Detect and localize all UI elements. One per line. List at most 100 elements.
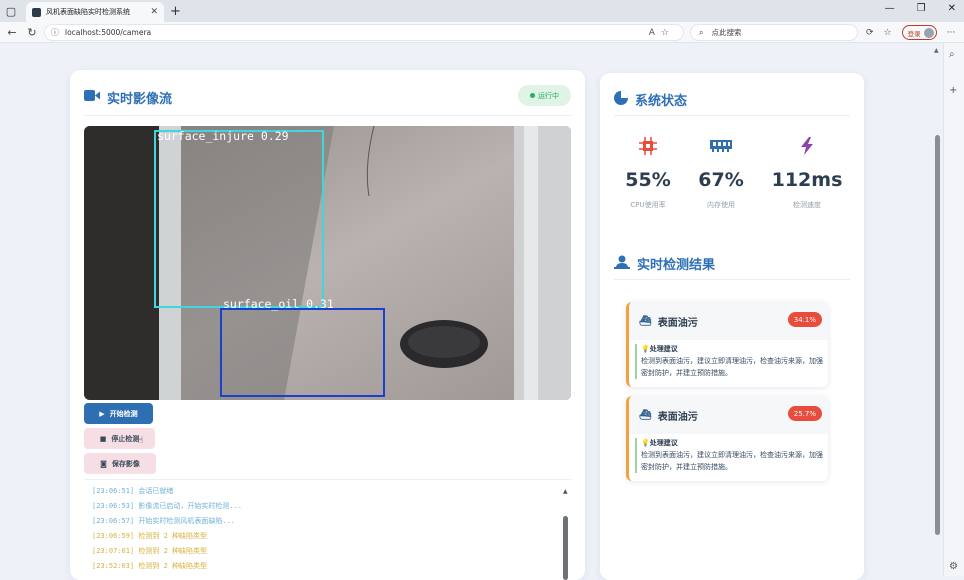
result-card: ⛴ 表面油污 34.1% 💡处理建议 检测到表面油污，建议立即清理油污，检查油污… (626, 302, 828, 387)
pie-chart-icon (614, 90, 628, 109)
page-favicon-icon (32, 7, 41, 17)
login-button[interactable]: 登录 (901, 25, 937, 40)
scroll-up-icon[interactable]: ▲ (934, 47, 939, 54)
log-scroll-thumb[interactable] (563, 516, 568, 580)
stop-icon: ■ (99, 434, 107, 443)
confidence-badge: 25.7% (787, 406, 822, 421)
dark-left-region (84, 126, 159, 400)
rail-search-icon[interactable]: ⌕ (949, 49, 955, 60)
result-name: 表面油污 (657, 317, 698, 329)
close-window-icon[interactable]: ✕ (948, 3, 956, 14)
restore-icon[interactable]: ❐ (917, 3, 926, 14)
memory-value: 67% (698, 169, 744, 191)
lightbulb-icon: 💡 (641, 345, 650, 353)
divider (614, 279, 850, 280)
play-icon: ▶ (99, 409, 105, 418)
start-detection-button[interactable]: ▶ 开始检测 (84, 403, 153, 424)
suggestion-block: 💡处理建议 检测到表面油污，建议立即清理油污，检查油污来源，加强密封防护，并建立… (635, 438, 828, 473)
oil-ship-icon: ⛴ (639, 409, 652, 421)
page-scrollbar[interactable]: ▲ (933, 43, 942, 576)
back-icon[interactable]: ← (4, 26, 20, 39)
mouse-cursor-icon: ☝ (138, 436, 144, 446)
detection-label-injure: surface_injure 0.29 (157, 129, 289, 143)
save-image-button[interactable]: ◙ 保存影像 (84, 453, 156, 474)
browser-search-box[interactable]: ⌕ 点此搜索 (690, 24, 858, 41)
divider (614, 115, 850, 116)
suggestion-title-text: 处理建议 (649, 439, 678, 447)
minimize-icon[interactable]: — (885, 3, 895, 14)
result-name: 表面油污 (657, 411, 698, 423)
cpu-label: CPU使用率 (630, 201, 666, 209)
suggestion-block: 💡处理建议 检测到表面油污，建议立即清理油污，检查油污来源，加强密封防护，并建立… (635, 344, 828, 379)
oil-ship-icon: ⛴ (639, 315, 652, 327)
avatar (923, 27, 934, 38)
system-title-text: 系统状态 (635, 94, 688, 109)
favorites-icon[interactable]: ☆ (884, 28, 892, 38)
pipe-left (159, 126, 181, 400)
results-title-text: 实时检测结果 (637, 258, 716, 273)
browser-tab-bar: ▢ 风机表面缺陷实时检测系统 ✕ + — ❐ ✕ (0, 0, 964, 22)
log-scroll-up-icon[interactable]: ▲ (563, 488, 568, 495)
cpu-value: 55% (625, 169, 671, 191)
more-icon[interactable]: ··· (947, 28, 956, 38)
log-line: [23:06:57] 开始实时检测风机表面缺陷... (92, 517, 236, 525)
scroll-thumb[interactable] (935, 135, 940, 535)
window-controls: — ❐ ✕ (885, 3, 956, 14)
status-dot (530, 93, 535, 98)
memory-label: 内存使用 (707, 201, 735, 209)
stop-detection-button[interactable]: ■ 停止检测 (84, 428, 155, 449)
suggestion-title: 💡处理建议 (641, 438, 828, 448)
system-status-card: 系统状态 55% CPU使用率 67% 内存使用 112ms 检测速度 实时检测… (600, 73, 864, 580)
log-line: [23:06:59] 检测到 2 种缺陷类型 (92, 532, 208, 540)
refresh-icon[interactable]: ↻ (24, 26, 40, 39)
video-camera-icon (84, 90, 100, 105)
tab-title: 风机表面缺陷实时检测系统 (46, 8, 130, 16)
suggestion-text: 检测到表面油污，建议立即清理油污，检查油污来源，加强密封防护，并建立预防措施。 (641, 357, 823, 377)
detection-label-oil: surface_oil 0.31 (223, 297, 334, 311)
extensions-icon[interactable]: ⟳ (866, 28, 874, 38)
cpu-icon (613, 137, 683, 159)
close-tab-icon[interactable]: ✕ (150, 7, 158, 17)
metric-memory: 67% 内存使用 (686, 129, 756, 233)
site-info-icon[interactable]: ⓘ (51, 27, 59, 38)
video-frame: surface_injure 0.29 surface_oil 0.31 (84, 126, 571, 400)
rail-settings-icon[interactable]: ⚙ (949, 561, 958, 572)
confidence-badge: 34.1% (787, 312, 822, 327)
metric-speed: 112ms 检测速度 (770, 129, 844, 233)
browser-tools: ⟳ ☆ 登录 ··· (866, 25, 955, 40)
log-line: [23:06:51] 会话已就绪 (92, 487, 174, 495)
address-toolbar: ← ↻ ⓘ localhost:5000/camera A☆ ⌕ 点此搜索 ⟳ … (0, 22, 964, 43)
login-label: 登录 (907, 29, 921, 38)
suggestion-title: 💡处理建议 (641, 344, 828, 354)
log-line: [23:07:01] 检测到 2 种缺陷类型 (92, 547, 208, 555)
detection-log: [23:06:51] 会话已就绪 [23:06:53] 影像流已启动，开始实时检测… (92, 484, 562, 580)
status-badge: 运行中 (518, 85, 571, 106)
search-icon: ⌕ (699, 27, 704, 37)
video-title-text: 实时影像流 (107, 92, 173, 107)
divider (84, 479, 571, 480)
suggestion-title-text: 处理建议 (649, 345, 678, 353)
log-line: [23:06:53] 影像流已启动，开始实时检测... (92, 502, 243, 510)
read-aloud-favorite-icons[interactable]: A☆ (649, 28, 675, 38)
log-scrollbar[interactable]: ▲ (563, 488, 568, 580)
divider (84, 115, 571, 116)
result-card: ⛴ 表面油污 25.7% 💡处理建议 检测到表面油污，建议立即清理油污，检查油污… (626, 396, 828, 481)
video-stream-card: 实时影像流 运行中 surface_injure 0.29 surface_oi… (70, 70, 585, 580)
browser-tab[interactable]: 风机表面缺陷实时检测系统 ✕ (26, 2, 164, 22)
url-field[interactable]: ⓘ localhost:5000/camera A☆ (44, 24, 684, 41)
rail-add-icon[interactable]: + (949, 85, 957, 96)
camera-icon: ◙ (100, 459, 107, 468)
pipe-right (514, 126, 571, 400)
new-tab-icon[interactable]: + (170, 4, 181, 19)
stop-label: 停止检测 (111, 434, 140, 443)
search-placeholder: 点此搜索 (711, 28, 742, 37)
status-text: 运行中 (538, 91, 559, 100)
speed-value: 112ms (771, 169, 843, 191)
metric-cpu: 55% CPU使用率 (613, 129, 683, 233)
tab-actions-icon[interactable]: ▢ (0, 0, 22, 22)
url-text: localhost:5000/camera (65, 28, 152, 37)
bolt-icon (770, 137, 844, 159)
system-panel-title: 系统状态 (614, 90, 687, 109)
inspector-icon (614, 255, 630, 273)
video-panel-title: 实时影像流 (84, 88, 172, 107)
